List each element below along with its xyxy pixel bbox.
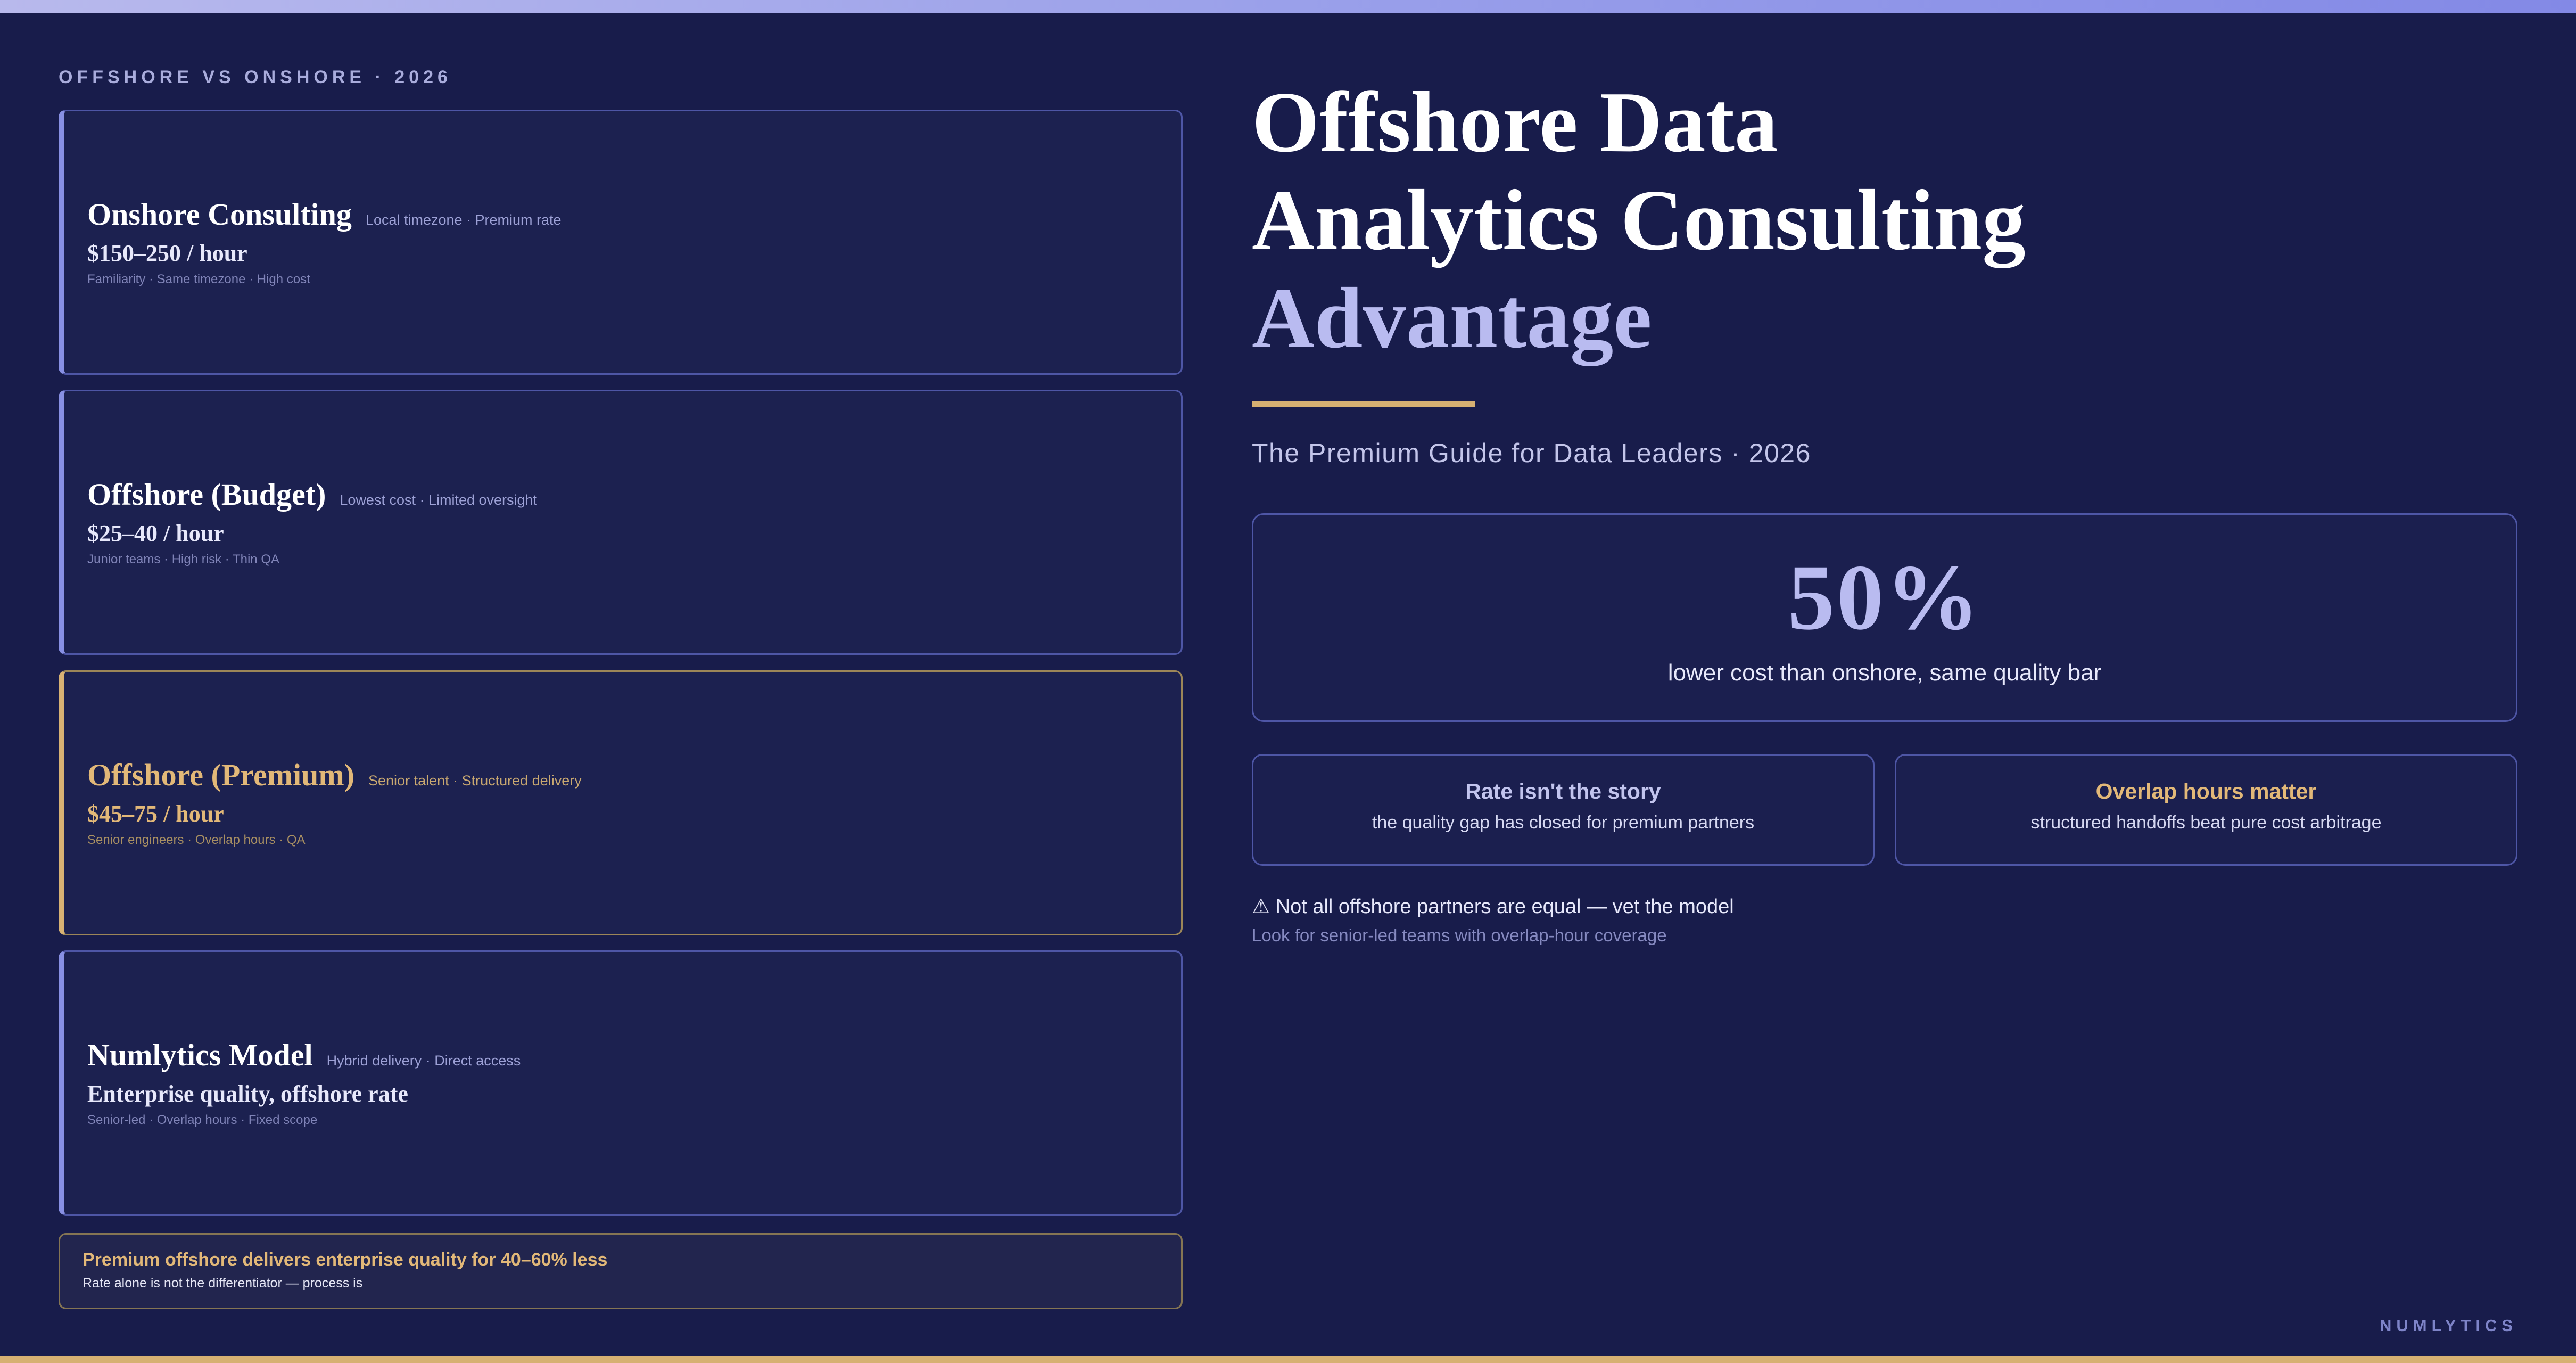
page-title: Offshore Data Analytics Consulting Advan…	[1252, 73, 2026, 367]
gold-divider	[1252, 401, 1475, 407]
card-rate: $25–40 / hour	[87, 520, 224, 546]
card-rate: Enterprise quality, offshore rate	[87, 1081, 408, 1107]
warning-subnote: Look for senior-led teams with overlap-h…	[1252, 925, 1667, 945]
card-meta: Senior-led · Overlap hours · Fixed scope	[87, 1113, 318, 1127]
card-tagline: Local timezone · Premium rate	[365, 212, 562, 228]
card-title: Onshore Consulting	[87, 197, 352, 232]
card-rate: $45–75 / hour	[87, 801, 224, 827]
title-line-2: Analytics Consulting	[1252, 173, 2026, 268]
insight-text: structured handoffs beat pure cost arbit…	[2030, 812, 2382, 833]
card-title: Numlytics Model	[87, 1038, 313, 1072]
card-meta: Familiarity · Same timezone · High cost	[87, 272, 310, 286]
insight-title: Rate isn't the story	[1465, 779, 1661, 803]
card-offshore-premium: Offshore (Premium) Senior talent · Struc…	[59, 670, 1183, 935]
title-line-1: Offshore Data	[1252, 75, 1778, 170]
card-tagline: Lowest cost · Limited oversight	[340, 492, 538, 508]
callout-title: Premium offshore delivers enterprise qua…	[82, 1250, 608, 1270]
card-numlytics-model: Numlytics Model Hybrid delivery · Direct…	[59, 950, 1183, 1216]
section-eyebrow: OFFSHORE VS ONSHORE · 2026	[59, 67, 452, 87]
card-title: Offshore (Budget)	[87, 477, 326, 512]
card-tagline: Hybrid delivery · Direct access	[326, 1053, 521, 1069]
card-rate: $150–250 / hour	[87, 240, 247, 266]
title-line-3: Advantage	[1252, 270, 1652, 366]
brand-wordmark: NUMLYTICS	[2380, 1316, 2517, 1335]
insight-card-rate: Rate isn't the story the quality gap has…	[1252, 754, 1875, 866]
stat-value: 50%	[1788, 546, 1981, 650]
warning-note: ⚠ Not all offshore partners are equal — …	[1252, 896, 1734, 918]
card-meta: Junior teams · High risk · Thin QA	[87, 552, 279, 566]
callout-subtitle: Rate alone is not the differentiator — p…	[82, 1276, 363, 1291]
insight-text: the quality gap has closed for premium p…	[1372, 812, 1755, 833]
page-subtitle: The Premium Guide for Data Leaders · 202…	[1252, 438, 1811, 468]
card-meta: Senior engineers · Overlap hours · QA	[87, 833, 306, 847]
card-offshore-budget: Offshore (Budget) Lowest cost · Limited …	[59, 390, 1183, 655]
stat-caption: lower cost than onshore, same quality ba…	[1667, 660, 2102, 686]
card-title: Offshore (Premium)	[87, 758, 355, 792]
insight-title: Overlap hours matter	[2095, 779, 2317, 803]
top-accent-bar	[0, 0, 2576, 13]
bottom-accent-bar	[0, 1356, 2576, 1363]
insight-card-overlap: Overlap hours matter structured handoffs…	[1895, 754, 2517, 866]
card-onshore-consulting: Onshore Consulting Local timezone · Prem…	[59, 110, 1183, 375]
stat-panel: 50% lower cost than onshore, same qualit…	[1252, 513, 2517, 722]
summary-callout: Premium offshore delivers enterprise qua…	[59, 1233, 1183, 1309]
card-tagline: Senior talent · Structured delivery	[368, 773, 582, 789]
